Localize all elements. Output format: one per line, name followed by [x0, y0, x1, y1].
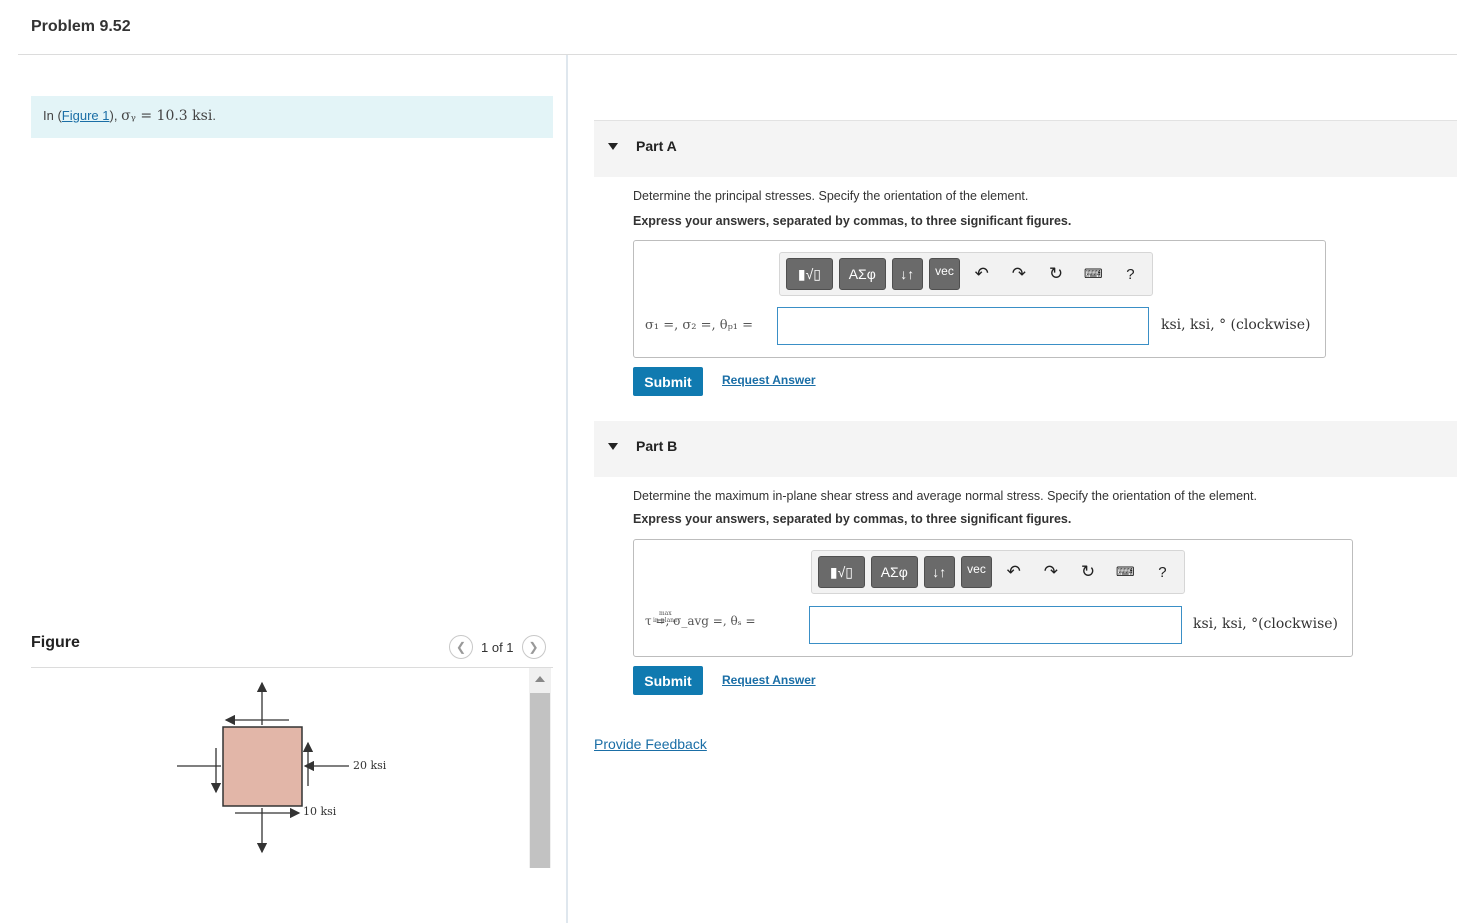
part-a-title: Part A [636, 138, 677, 154]
greek-button[interactable]: ΑΣφ [838, 258, 886, 290]
reset-icon[interactable]: ↻ [1072, 556, 1103, 588]
scroll-up-icon[interactable] [535, 676, 545, 682]
templates-button[interactable]: ▮√▯ [818, 556, 865, 588]
part-a-answer-label: σ₁ =, σ₂ =, θₚ₁ = [645, 318, 754, 333]
figure-heading: Figure [31, 634, 80, 651]
part-b-answer-input[interactable] [809, 606, 1182, 644]
pager-text: 1 of 1 [481, 639, 514, 655]
keyboard-icon[interactable]: ⌨ [1110, 556, 1141, 588]
label-10ksi: 10 ksi [303, 805, 337, 818]
chevron-right-icon[interactable]: ❯ [521, 635, 546, 659]
part-a-math-toolbar: ▮√▯ ΑΣφ ↓↑ vec ↶ ↷ ↻ ⌨ ? [779, 252, 1153, 296]
arrows-button[interactable]: ↓↑ [891, 258, 923, 290]
undo-icon[interactable]: ↶ [966, 258, 997, 290]
header-divider [18, 54, 1457, 55]
part-a-question: Determine the principal stresses. Specif… [633, 189, 1029, 203]
intro-suffix: ), [109, 108, 118, 123]
tau-sub-top: max [658, 610, 672, 617]
arrows-button[interactable]: ↓↑ [923, 556, 955, 588]
reset-icon[interactable]: ↻ [1040, 258, 1071, 290]
templates-button[interactable]: ▮√▯ [786, 258, 833, 290]
figure-viewport: 20 ksi 10 ksi [31, 668, 526, 868]
label-20ksi: 20 ksi [353, 759, 387, 772]
part-b-request-answer-link[interactable]: Request Answer [722, 673, 816, 687]
part-a-instruction: Express your answers, separated by comma… [633, 214, 1072, 228]
part-b-title: Part B [636, 438, 678, 454]
part-b-math-toolbar: ▮√▯ ΑΣφ ↓↑ vec ↶ ↷ ↻ ⌨ ? [811, 550, 1185, 594]
tau-sub-bottom: in-plane [653, 617, 678, 624]
chevron-left-icon[interactable]: ❮ [449, 635, 473, 659]
part-b-header[interactable]: Part B [594, 421, 1457, 477]
redo-icon[interactable]: ↷ [1035, 556, 1066, 588]
part-a-units: ksi, ksi, ° (clockwise) [1161, 317, 1311, 333]
part-b-submit-button[interactable]: Submit [633, 666, 703, 695]
scroll-thumb[interactable] [530, 693, 550, 868]
part-a-submit-button[interactable]: Submit [633, 367, 703, 396]
intro-prefix: In ( [43, 108, 62, 123]
tau-subscript: max in-plane [653, 610, 678, 624]
greek-button[interactable]: ΑΣφ [870, 556, 918, 588]
part-b-answer-label: τ =, σ_avg =, θₛ = max in-plane [645, 610, 756, 628]
part-a-header[interactable]: Part A [594, 121, 1457, 177]
vec-button[interactable]: vec [928, 258, 961, 290]
collapse-triangle-icon[interactable] [608, 443, 618, 450]
provide-feedback-link[interactable]: Provide Feedback [594, 736, 707, 752]
part-a-answer-input[interactable] [777, 307, 1149, 345]
problem-statement: In (Figure 1), σᵧ = 10.3 ksi. [31, 96, 553, 138]
part-b-instruction: Express your answers, separated by comma… [633, 512, 1072, 526]
stress-element-diagram: 20 ksi 10 ksi [177, 681, 387, 854]
help-button[interactable]: ? [1115, 258, 1146, 290]
part-b-answer-box: ▮√▯ ΑΣφ ↓↑ vec ↶ ↷ ↻ ⌨ ? τ =, σ_avg =, θ… [633, 539, 1353, 657]
part-a-answer-box: ▮√▯ ΑΣφ ↓↑ vec ↶ ↷ ↻ ⌨ ? σ₁ =, σ₂ =, θₚ₁… [633, 240, 1326, 358]
page-title: Problem 9.52 [31, 18, 131, 35]
part-b-units: ksi, ksi, °(clockwise) [1193, 616, 1339, 632]
collapse-triangle-icon[interactable] [608, 143, 618, 150]
redo-icon[interactable]: ↷ [1003, 258, 1034, 290]
figure-link[interactable]: Figure 1 [62, 108, 110, 123]
vec-button[interactable]: vec [960, 556, 993, 588]
figure-scrollbar[interactable] [529, 668, 551, 868]
undo-icon[interactable]: ↶ [998, 556, 1029, 588]
stress-element [222, 726, 303, 807]
keyboard-icon[interactable]: ⌨ [1078, 258, 1109, 290]
part-a-request-answer-link[interactable]: Request Answer [722, 373, 816, 387]
help-button[interactable]: ? [1147, 556, 1178, 588]
intro-math: σᵧ = 10.3 ksi [121, 108, 213, 124]
tau-symbol: τ =, σ_avg =, θₛ = max in-plane [645, 610, 756, 628]
figure-pager: ❮ 1 of 1 ❯ [449, 634, 546, 660]
part-b-question: Determine the maximum in-plane shear str… [633, 489, 1257, 503]
intro-end: . [212, 108, 216, 123]
column-divider [566, 55, 568, 923]
